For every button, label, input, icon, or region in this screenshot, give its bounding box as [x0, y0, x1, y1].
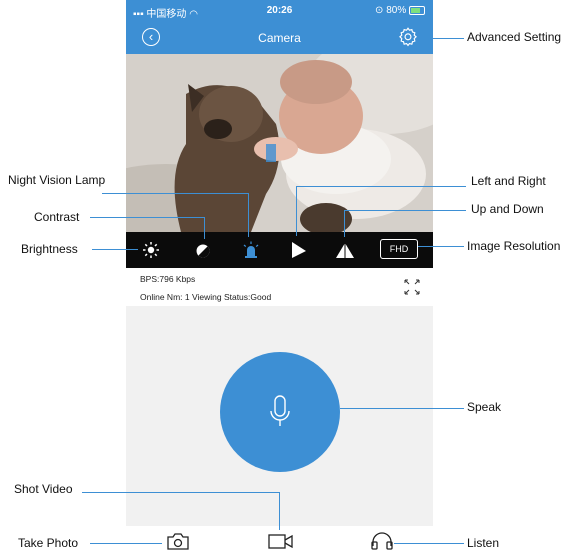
callout-listen: Listen: [467, 536, 500, 550]
callout-line: [340, 408, 464, 409]
callout-contrast: Contrast: [34, 210, 80, 224]
headphones-icon[interactable]: [370, 532, 394, 550]
phone-screen: ▪▪▪ 中国移动 ◠ 20:26 ⊙ 80% ‹ Camera FHD BPS:…: [126, 0, 433, 552]
contrast-icon[interactable]: [193, 240, 213, 260]
page-title: Camera: [258, 31, 301, 45]
gear-icon[interactable]: [397, 26, 419, 48]
battery-icon: [409, 5, 425, 15]
microphone-icon: [270, 395, 290, 426]
callout-line: [418, 246, 464, 247]
callout-line: [248, 193, 249, 237]
callout-line: [296, 186, 297, 236]
alarm-lamp-icon[interactable]: [241, 240, 261, 260]
live-video-feed[interactable]: [126, 54, 433, 232]
callout-line: [344, 210, 345, 237]
callout-speak: Speak: [467, 400, 502, 414]
resolution-button[interactable]: FHD: [380, 239, 418, 259]
triangle-up-icon[interactable]: [335, 240, 355, 260]
callout-up-and-down: Up and Down: [471, 202, 544, 216]
status-bar: ▪▪▪ 中国移动 ◠ 20:26 ⊙ 80%: [126, 0, 433, 22]
battery-status: ⊙ 80%: [375, 5, 425, 16]
callout-line: [420, 38, 464, 39]
callout-night-vision-lamp: Night Vision Lamp: [8, 173, 106, 187]
viewer-status-label: Online Nm: 1 Viewing Status:Good: [140, 292, 272, 302]
callout-advanced-setting: Advanced Setting: [467, 30, 562, 44]
bitrate-label: BPS:796 Kbps: [140, 274, 196, 284]
sun-icon[interactable]: [141, 240, 161, 260]
callout-line: [296, 186, 466, 187]
callout-shot-video: Shot Video: [14, 482, 73, 496]
callout-line: [204, 217, 205, 239]
callout-line: [92, 249, 138, 250]
video-frame-image: [126, 54, 433, 232]
stream-info: BPS:796 Kbps Online Nm: 1 Viewing Status…: [126, 268, 433, 306]
video-camera-icon[interactable]: [268, 532, 294, 550]
callout-line: [90, 543, 162, 544]
callout-take-photo: Take Photo: [18, 536, 79, 550]
callout-image-resolution: Image Resolution: [467, 239, 561, 253]
callout-line: [394, 543, 464, 544]
callout-line: [90, 217, 204, 218]
lock-rotation-icon: ⊙: [375, 5, 384, 16]
callout-brightness: Brightness: [21, 242, 78, 256]
triangle-right-icon[interactable]: [288, 240, 308, 260]
speak-button[interactable]: [220, 352, 340, 472]
fullscreen-icon[interactable]: [403, 278, 421, 296]
camera-icon[interactable]: [166, 532, 190, 550]
callout-line: [102, 193, 249, 194]
callout-left-and-right: Left and Right: [471, 174, 546, 188]
callout-line: [82, 492, 280, 493]
video-control-toolbar: FHD: [126, 232, 433, 268]
callout-line: [344, 210, 466, 211]
nav-bar: ‹ Camera: [126, 22, 433, 54]
callout-line: [279, 492, 280, 530]
